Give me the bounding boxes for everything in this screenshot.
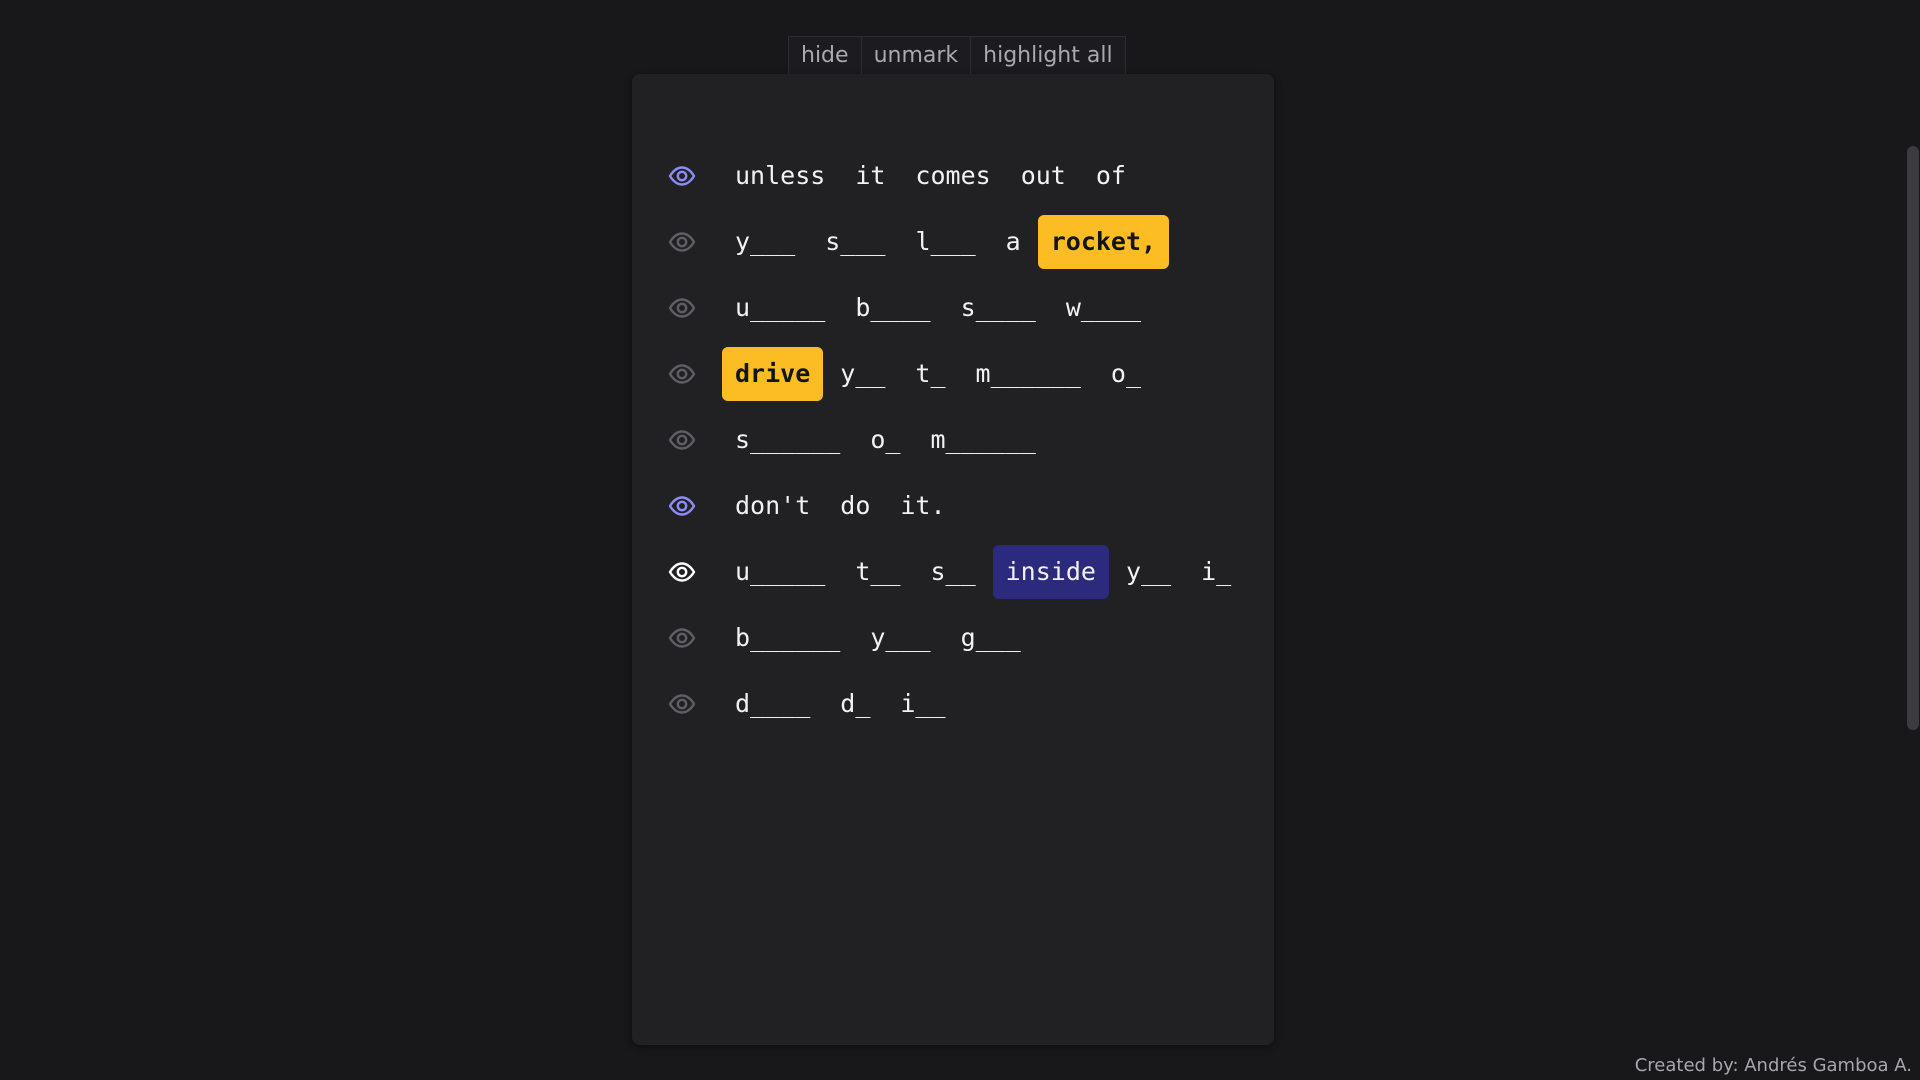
highlight-all-button[interactable]: highlight all [971,37,1124,74]
lyric-word[interactable]: of [1083,149,1139,203]
lyric-word[interactable]: b____ [842,281,943,335]
line-words: b______ y___ g___ [722,611,1038,665]
highlighted-word[interactable]: inside [992,545,1109,599]
lyric-word[interactable]: s__ [917,545,988,599]
eye-icon[interactable] [668,228,696,256]
lyric-word[interactable]: it [842,149,898,203]
lyric-word[interactable]: d_ [827,677,883,731]
eye-icon[interactable] [668,294,696,322]
scrollbar-thumb[interactable] [1907,146,1919,730]
scrollbar[interactable] [1906,0,1920,1080]
lyric-word[interactable]: s____ [948,281,1049,335]
lyric-word[interactable]: it. [887,479,958,533]
line-words: drive y__ t_ m______ o_ [722,347,1158,401]
lyric-line: u_____ t__ s__ inside y__ i_ [632,539,1274,605]
line-words: u_____ t__ s__ inside y__ i_ [722,545,1248,599]
highlighted-word[interactable]: drive [722,347,824,401]
lyric-word[interactable]: u_____ [722,281,838,335]
lyric-line: u_____ b____ s____ w____ [632,275,1274,341]
eye-icon[interactable] [668,426,696,454]
lyric-word[interactable]: d____ [722,677,823,731]
lyric-word[interactable]: s___ [812,215,898,269]
eye-icon[interactable] [668,690,696,718]
eye-icon[interactable] [668,162,696,190]
lyric-word[interactable]: m______ [917,413,1048,467]
lyric-line: y___ s___ l___ a rocket, [632,209,1274,275]
lyric-word[interactable]: t_ [902,347,958,401]
line-words: s______ o_ m______ [722,413,1053,467]
line-words: d____ d_ i__ [722,677,963,731]
line-words: unless it comes out of [722,149,1143,203]
lyric-line: s______ o_ m______ [632,407,1274,473]
lyric-word[interactable]: t__ [842,545,913,599]
lyric-word[interactable]: a [993,215,1034,269]
lyric-word[interactable]: g___ [948,611,1034,665]
lyric-line: don't do it. [632,473,1274,539]
line-words: y___ s___ l___ a rocket, [722,215,1173,269]
highlighted-word[interactable]: rocket, [1037,215,1170,269]
lyric-word[interactable]: u_____ [722,545,838,599]
lyric-word[interactable]: b______ [722,611,853,665]
lyric-word[interactable]: o_ [857,413,913,467]
lyric-word[interactable]: do [827,479,883,533]
unmark-button[interactable]: unmark [862,37,972,74]
eye-icon[interactable] [668,624,696,652]
lyric-word[interactable]: s______ [722,413,853,467]
eye-icon[interactable] [668,558,696,586]
lyric-word[interactable]: o_ [1098,347,1154,401]
lyric-word[interactable]: y___ [722,215,808,269]
eye-icon[interactable] [668,492,696,520]
lyric-word[interactable]: out [1008,149,1079,203]
lyrics-card: unless it comes out of y___ s___ l___ a rocket, u_… [632,74,1274,1045]
lyric-word[interactable]: don't [722,479,823,533]
lyric-line: unless it comes out of [632,143,1274,209]
lyric-word[interactable]: comes [902,149,1003,203]
lyric-word[interactable]: i__ [887,677,958,731]
eye-icon[interactable] [668,360,696,388]
hide-button[interactable]: hide [789,37,862,74]
lyric-word[interactable]: l___ [902,215,988,269]
lyric-word[interactable]: y__ [827,347,898,401]
line-words: u_____ b____ s____ w____ [722,281,1158,335]
line-words: don't do it. [722,479,963,533]
lyric-line: d____ d_ i__ [632,671,1274,737]
credit-text: Created by: Andrés Gamboa A. [1634,1055,1912,1076]
lyric-word[interactable]: y___ [857,611,943,665]
toolbar: hide unmark highlight all [788,36,1126,75]
lyric-line: b______ y___ g___ [632,605,1274,671]
lyric-word[interactable]: m______ [963,347,1094,401]
lyric-word[interactable]: unless [722,149,838,203]
lyric-word[interactable]: w____ [1053,281,1154,335]
lyric-word[interactable]: y__ [1113,545,1184,599]
lyric-word[interactable]: i_ [1188,545,1244,599]
lyric-line: drive y__ t_ m______ o_ [632,341,1274,407]
